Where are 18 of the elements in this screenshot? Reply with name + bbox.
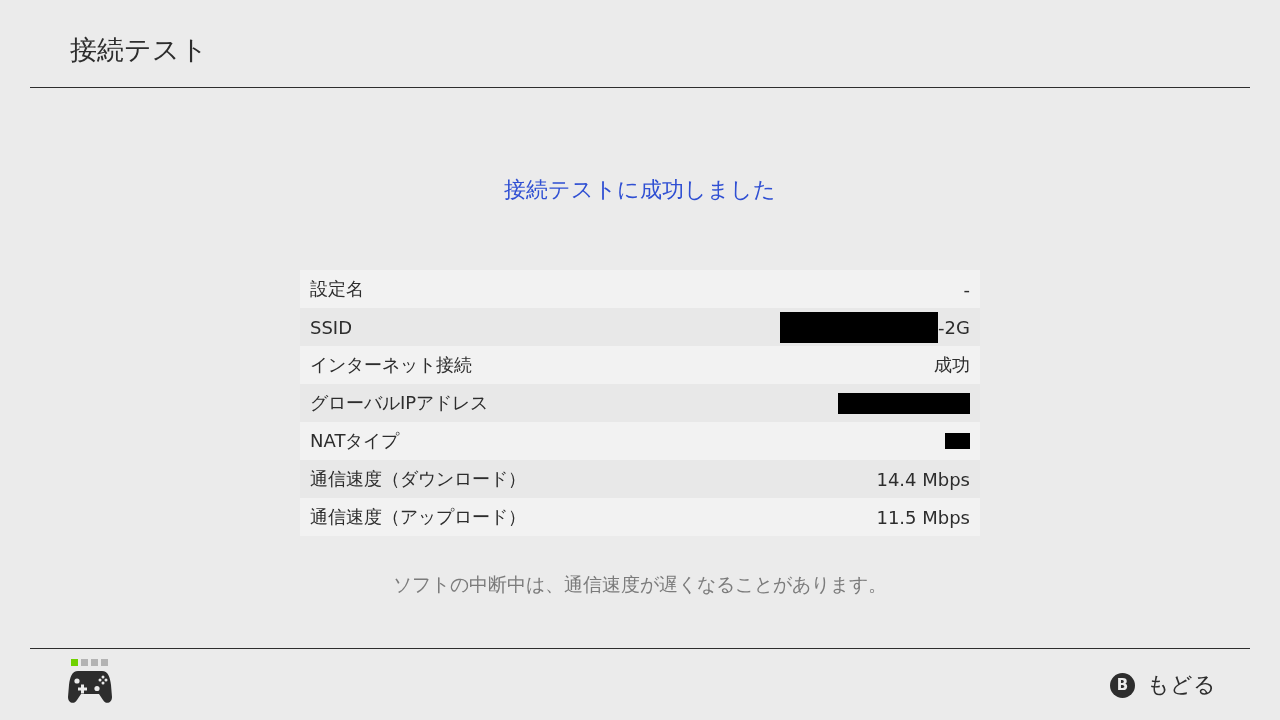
gamepad-icon — [68, 669, 112, 705]
row-label: SSID — [310, 316, 353, 338]
row-label: 通信速度（ダウンロード） — [310, 467, 526, 491]
success-message: 接続テストに成功しました — [504, 176, 776, 204]
b-key-glyph: B — [1110, 672, 1135, 698]
row-label: 設定名 — [310, 277, 364, 301]
row-value: - — [963, 278, 970, 300]
row-value: 14.4 Mbps — [876, 468, 970, 490]
row-label: 通信速度（アップロード） — [310, 505, 526, 529]
row-value: 11.5 Mbps — [876, 506, 970, 528]
row-label: インターネット接続 — [310, 353, 472, 377]
row-value: 成功 — [934, 353, 970, 377]
row-label: NATタイプ — [310, 429, 400, 453]
note-text: ソフトの中断中は、通信速度が遅くなることがあります。 — [393, 572, 887, 597]
row-label: グローバルIPアドレス — [310, 391, 489, 415]
row-value: -2G — [938, 316, 970, 338]
screen-title: 接続テスト — [70, 33, 208, 67]
back-button[interactable]: B もどる — [1110, 672, 1216, 698]
